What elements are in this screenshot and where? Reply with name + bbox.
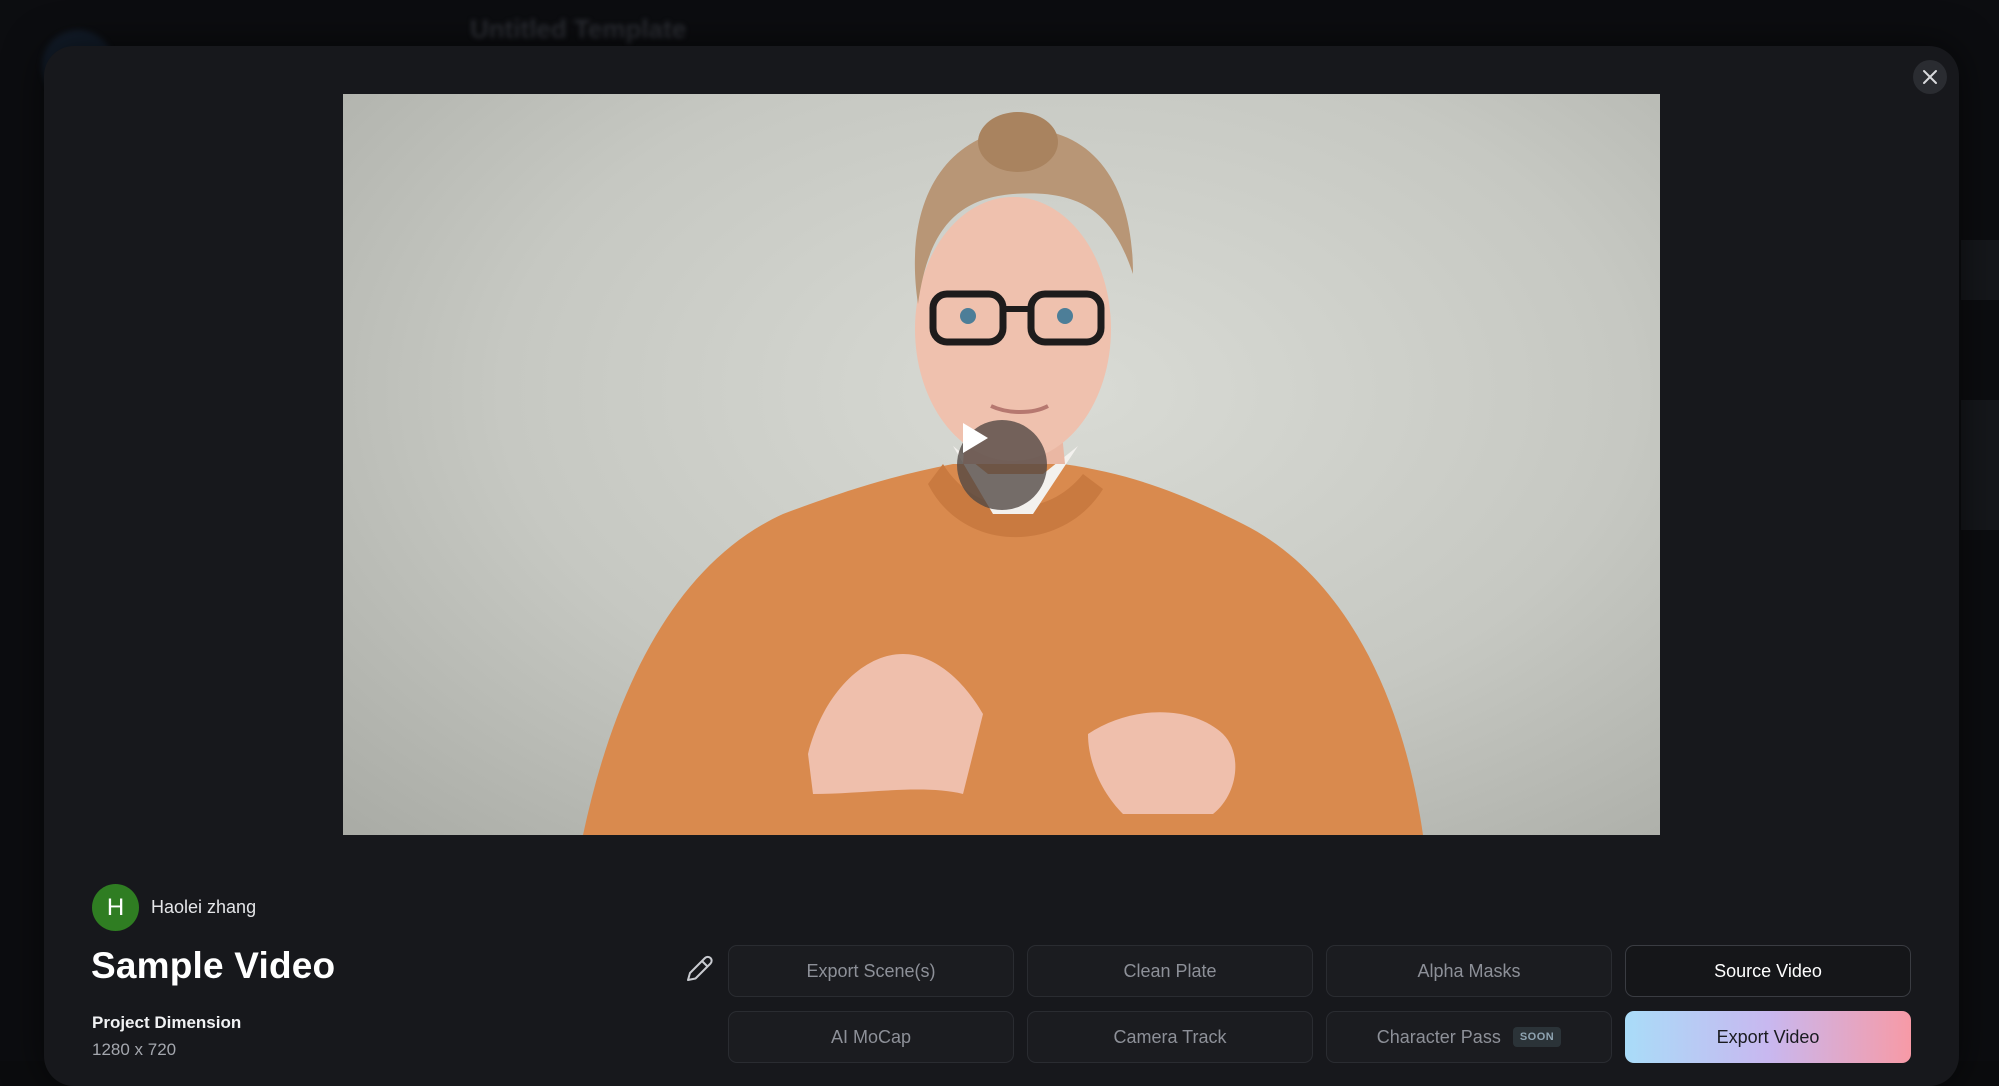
edit-title-button[interactable] [683,953,715,985]
video-player[interactable] [343,94,1660,835]
avatar: H [92,884,139,931]
play-button[interactable] [957,420,1047,510]
ai-mocap-button[interactable]: AI MoCap [728,1011,1014,1063]
export-scenes-button[interactable]: Export Scene(s) [728,945,1014,997]
author: H Haolei zhang [92,884,256,931]
author-name: Haolei zhang [151,897,257,917]
project-dimension-value: 1280 x 720 [92,1040,177,1059]
alpha-masks-button[interactable]: Alpha Masks [1326,945,1612,997]
export-video-button[interactable]: Export Video [1625,1011,1911,1063]
background-project-title: Untitled Template [470,14,687,44]
character-pass-button[interactable]: Character Pass SOON [1326,1011,1612,1063]
background-card-edge [1961,400,1999,530]
close-button[interactable] [1913,60,1947,94]
character-pass-label: Character Pass [1376,1026,1501,1047]
soon-badge: SOON [1512,1027,1562,1047]
background-card-edge [1961,240,1999,300]
close-icon [1923,70,1937,84]
project-dimension-label: Project Dimension [92,1013,242,1032]
source-video-button[interactable]: Source Video [1625,945,1911,997]
camera-track-button[interactable]: Camera Track [1027,1011,1313,1063]
pencil-icon [687,955,713,981]
clean-plate-button[interactable]: Clean Plate [1027,945,1313,997]
play-icon [963,423,988,453]
video-title: Sample Video [91,945,336,986]
